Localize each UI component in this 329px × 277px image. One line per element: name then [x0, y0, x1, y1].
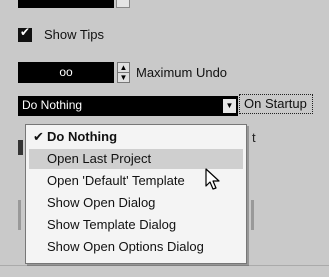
spin-down-icon[interactable]: ▼ [118, 73, 129, 82]
show-tips-checkbox[interactable]: ✔ [18, 25, 32, 42]
spin-up-icon[interactable]: ▲ [118, 63, 129, 73]
checkmark-icon: ✔ [33, 129, 44, 144]
maximum-undo-label: Maximum Undo [136, 65, 228, 80]
undo-spinner[interactable]: ▲ ▼ [117, 62, 130, 83]
hidden-control-edge [18, 140, 23, 155]
show-tips-label: Show Tips [44, 27, 104, 42]
menu-option-do-nothing[interactable]: ✔ Do Nothing [29, 127, 243, 147]
checkmark-icon: ✔ [19, 25, 31, 39]
on-startup-label: On Startup [239, 94, 313, 114]
menu-option-show-open-dialog[interactable]: Show Open Dialog [29, 193, 243, 213]
partial-label: t [252, 130, 256, 145]
on-startup-select[interactable]: Do Nothing ▼ [18, 96, 238, 116]
on-startup-value: Do Nothing [22, 98, 83, 112]
partial-input-field[interactable] [18, 0, 114, 8]
divider [0, 265, 329, 266]
partial-spinner[interactable] [116, 0, 130, 8]
mouse-pointer-icon [205, 168, 220, 190]
maximum-undo-input[interactable]: oo [18, 62, 114, 83]
hidden-control-edge [251, 200, 254, 230]
hidden-control-edge [18, 200, 21, 230]
menu-option-show-open-options-dialog[interactable]: Show Open Options Dialog [29, 237, 243, 257]
menu-option-open-last-project[interactable]: Open Last Project [29, 149, 243, 169]
on-startup-dropdown-menu[interactable]: ✔ Do Nothing Open Last Project Open 'Def… [25, 124, 247, 264]
chevron-down-icon[interactable]: ▼ [223, 99, 236, 113]
menu-option-show-template-dialog[interactable]: Show Template Dialog [29, 215, 243, 235]
preferences-panel: ✔ Show Tips oo ▲ ▼ Maximum Undo Do Nothi… [0, 0, 329, 277]
